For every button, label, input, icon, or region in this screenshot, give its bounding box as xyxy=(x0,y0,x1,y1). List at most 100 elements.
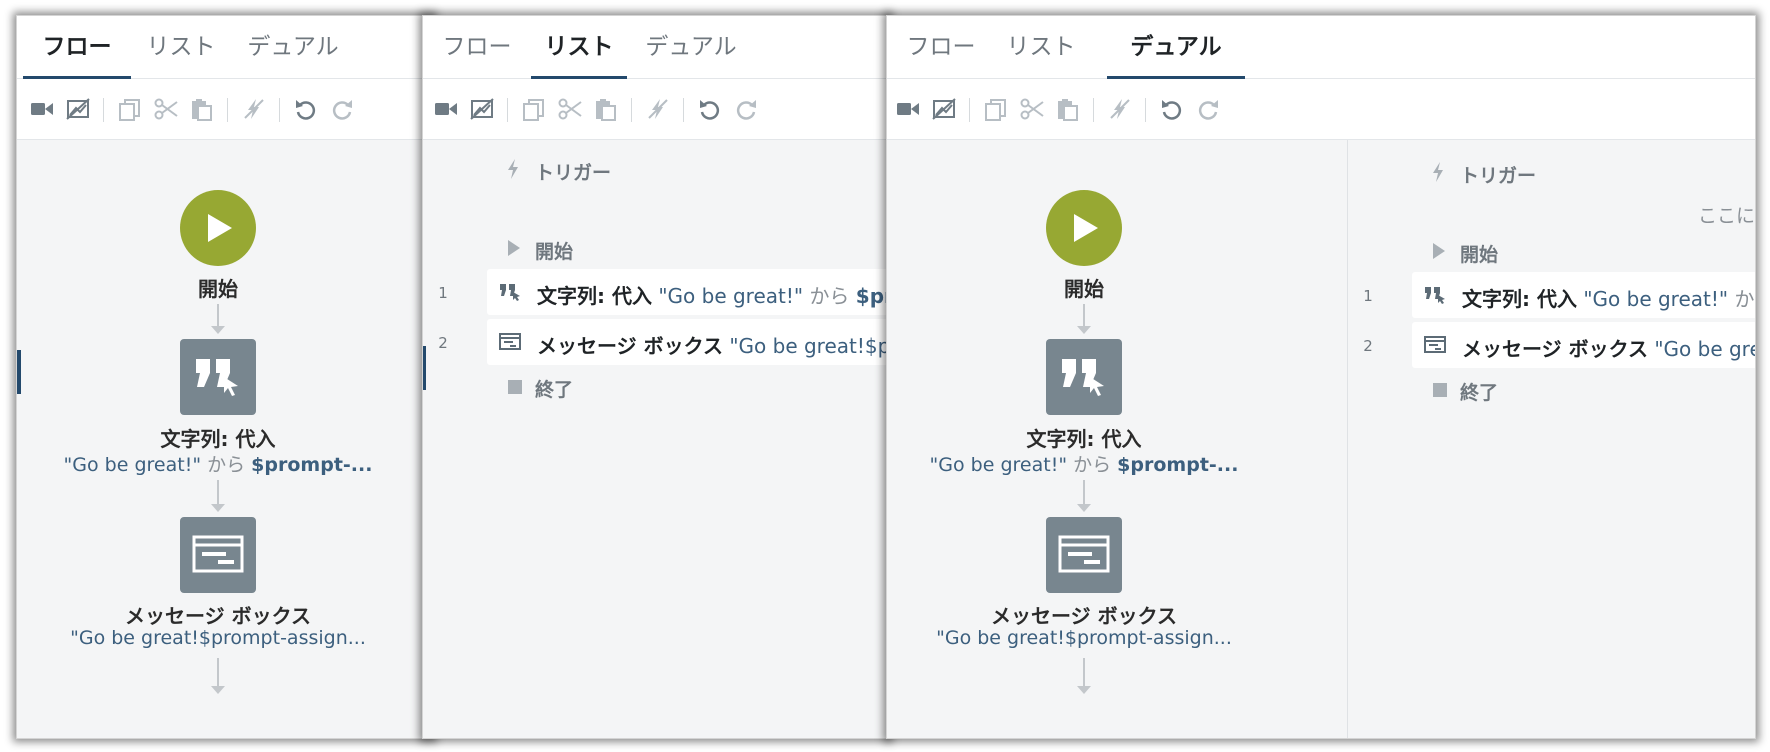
dual-view-panel: フロー リスト デュアル 開始 文字列: 代入 "Go be great!" か… xyxy=(886,15,1756,739)
disable-icon[interactable] xyxy=(645,96,671,122)
tab-dual[interactable]: デュアル xyxy=(231,16,355,78)
play-icon xyxy=(208,214,232,242)
redo-icon[interactable] xyxy=(1195,96,1221,122)
start-label[interactable]: 開始 xyxy=(535,237,573,264)
start-node[interactable] xyxy=(1046,190,1122,266)
play-icon xyxy=(1074,214,1098,242)
tab-list[interactable]: リスト xyxy=(993,16,1089,78)
tab-list[interactable]: リスト xyxy=(133,16,229,78)
tab-bar: フロー リスト デュアル xyxy=(423,16,889,79)
cut-icon[interactable] xyxy=(557,96,583,122)
row-number: 1 xyxy=(1363,287,1373,305)
undo-icon[interactable] xyxy=(697,96,723,122)
record-icon[interactable] xyxy=(895,96,921,122)
message-box-title: メッセージ ボックス xyxy=(991,604,1177,628)
tab-bar: フロー リスト デュアル xyxy=(887,16,1755,79)
flow-arrow xyxy=(211,304,225,334)
flow-arrow xyxy=(1077,304,1091,334)
message-box-icon xyxy=(192,535,244,573)
list-row-string-assign[interactable]: 文字列: 代入 "Go be great!" から $prom xyxy=(487,269,889,315)
paste-icon[interactable] xyxy=(593,96,619,122)
list-canvas[interactable]: トリガー 開始 1 文字列: 代入 "Go be great!" から $pro… xyxy=(423,140,889,738)
trigger-icon xyxy=(507,159,519,183)
selection-marker xyxy=(423,346,426,390)
message-box-detail: "Go be great!$prompt-assign... xyxy=(936,627,1232,649)
string-assign-title: 文字列: 代入 xyxy=(1026,427,1142,451)
message-box-icon xyxy=(1424,336,1446,354)
flow-view-panel: フロー リスト デュアル 開始 文字列: 代入 "Go be great!" か… xyxy=(16,15,434,739)
message-box-title: メッセージ ボックス xyxy=(125,604,311,628)
trigger-icon xyxy=(1432,162,1444,186)
flow-arrow xyxy=(211,658,225,694)
tab-flow[interactable]: フロー xyxy=(23,16,131,79)
screenshot-icon[interactable] xyxy=(65,96,91,122)
quote-icon xyxy=(499,283,521,301)
record-icon[interactable] xyxy=(433,96,459,122)
flow-canvas[interactable]: 開始 文字列: 代入 "Go be great!" から $prompt-...… xyxy=(17,140,433,738)
paste-icon[interactable] xyxy=(1055,96,1081,122)
dual-canvas[interactable]: 開始 文字列: 代入 "Go be great!" から $prompt-...… xyxy=(887,140,1755,738)
tab-flow[interactable]: フロー xyxy=(429,16,525,78)
message-box-node[interactable] xyxy=(1046,517,1122,593)
cut-icon[interactable] xyxy=(153,96,179,122)
string-assign-title: 文字列: 代入 xyxy=(160,427,276,451)
string-assign-node[interactable] xyxy=(180,339,256,415)
start-label: 開始 xyxy=(198,277,238,301)
flow-arrow xyxy=(1077,658,1091,694)
list-row-string-assign[interactable]: 文字列: 代入 "Go be great!" から $ xyxy=(1412,272,1755,318)
flow-arrow xyxy=(211,480,225,512)
end-square-icon xyxy=(508,380,522,394)
redo-icon[interactable] xyxy=(733,96,759,122)
string-assign-detail: "Go be great!" から $prompt-... xyxy=(63,454,373,476)
undo-icon[interactable] xyxy=(293,96,319,122)
row-number: 2 xyxy=(438,334,448,352)
quote-icon xyxy=(196,359,238,396)
message-box-detail: "Go be great!$prompt-assign... xyxy=(70,627,366,649)
list-row-message-box[interactable]: メッセージ ボックス "Go be great xyxy=(1412,322,1755,368)
drop-hint: ここに xyxy=(1698,205,1755,227)
message-box-icon xyxy=(1058,535,1110,573)
cut-icon[interactable] xyxy=(1019,96,1045,122)
tab-list[interactable]: リスト xyxy=(531,16,627,79)
redo-icon[interactable] xyxy=(329,96,355,122)
start-triangle-icon xyxy=(1433,243,1445,263)
tab-dual[interactable]: デュアル xyxy=(1107,16,1245,79)
toolbar xyxy=(423,79,889,140)
start-label[interactable]: 開始 xyxy=(1460,240,1498,267)
quote-icon xyxy=(1062,359,1104,396)
message-box-node[interactable] xyxy=(180,517,256,593)
disable-icon[interactable] xyxy=(241,96,267,122)
record-icon[interactable] xyxy=(29,96,55,122)
trigger-label[interactable]: トリガー xyxy=(535,158,611,185)
tab-flow[interactable]: フロー xyxy=(893,16,989,78)
row-number: 2 xyxy=(1363,337,1373,355)
copy-icon[interactable] xyxy=(117,96,143,122)
copy-icon[interactable] xyxy=(521,96,547,122)
start-node[interactable] xyxy=(180,190,256,266)
paste-icon[interactable] xyxy=(189,96,215,122)
list-row-message-box[interactable]: メッセージ ボックス "Go be great!$pr xyxy=(487,319,889,365)
end-label[interactable]: 終了 xyxy=(535,375,573,402)
copy-icon[interactable] xyxy=(983,96,1009,122)
flow-arrow xyxy=(1077,480,1091,512)
toolbar xyxy=(17,79,433,140)
trigger-label[interactable]: トリガー xyxy=(1460,161,1536,188)
undo-icon[interactable] xyxy=(1159,96,1185,122)
quote-icon xyxy=(1424,286,1446,304)
disable-icon[interactable] xyxy=(1107,96,1133,122)
toolbar xyxy=(887,79,1755,140)
string-assign-node[interactable] xyxy=(1046,339,1122,415)
end-square-icon xyxy=(1433,383,1447,397)
row-number: 1 xyxy=(438,284,448,302)
string-assign-detail: "Go be great!" から $prompt-... xyxy=(929,454,1239,476)
tab-dual[interactable]: デュアル xyxy=(629,16,753,78)
start-triangle-icon xyxy=(508,240,520,260)
message-box-icon xyxy=(499,333,521,351)
tab-bar: フロー リスト デュアル xyxy=(17,16,433,79)
selection-marker xyxy=(17,350,21,394)
dual-list-pane[interactable]: トリガー ここに 開始 1 文字列: 代入 "Go be great!" から … xyxy=(1348,140,1755,738)
end-label[interactable]: 終了 xyxy=(1460,378,1498,405)
screenshot-icon[interactable] xyxy=(931,96,957,122)
screenshot-icon[interactable] xyxy=(469,96,495,122)
list-view-panel: フロー リスト デュアル トリガー 開始 1 文字列: 代入 "Go be gr… xyxy=(422,15,890,739)
